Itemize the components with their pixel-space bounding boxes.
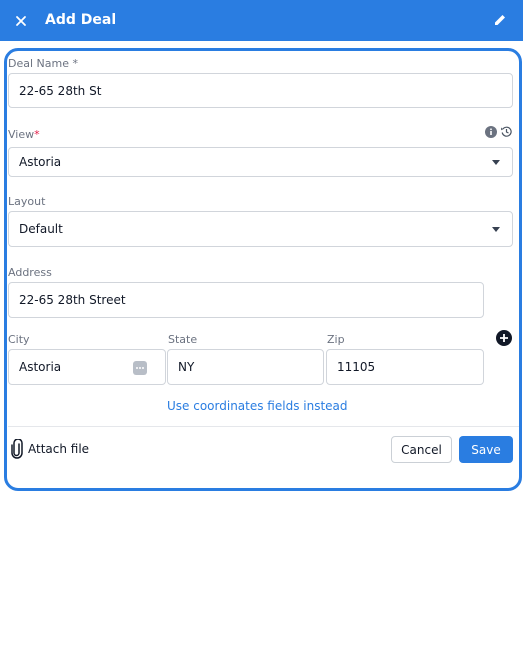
layout-select[interactable]: Default [8, 211, 513, 247]
close-button[interactable] [9, 9, 33, 33]
top-bar: Add Deal [0, 0, 523, 41]
plus-circle-icon [496, 330, 512, 346]
history-icon [501, 126, 512, 137]
view-select[interactable]: Astoria [8, 147, 513, 177]
attach-file-label: Attach file [28, 442, 90, 456]
add-address-button[interactable] [496, 330, 512, 351]
state-value: NY [178, 360, 195, 374]
use-coordinates-link[interactable]: Use coordinates fields instead [167, 399, 348, 413]
address-label: Address [8, 266, 52, 279]
paperclip-icon [11, 439, 23, 459]
attach-file-button[interactable]: Attach file [10, 438, 89, 460]
view-value: Astoria [19, 155, 62, 169]
deal-form-frame [4, 48, 522, 491]
view-label-text: View [8, 128, 35, 141]
divider [8, 426, 519, 427]
layout-value: Default [19, 222, 63, 236]
save-button[interactable]: Save [459, 436, 513, 463]
view-label: View* [8, 128, 40, 141]
more-options-icon[interactable] [133, 361, 147, 375]
chevron-down-icon [492, 227, 500, 232]
deal-name-value: 22-65 28th St [19, 83, 102, 98]
zip-label: Zip [327, 333, 345, 346]
history-button[interactable] [500, 125, 513, 143]
page-title: Add Deal [45, 12, 117, 28]
address-value: 22-65 28th Street [19, 293, 126, 307]
cancel-button[interactable]: Cancel [391, 436, 452, 463]
state-label: State [168, 333, 198, 346]
address-field[interactable]: 22-65 28th Street [8, 282, 484, 318]
zip-value: 11105 [337, 360, 376, 374]
deal-name-field[interactable]: 22-65 28th St [8, 73, 513, 108]
city-value: Astoria [19, 360, 62, 374]
zip-field[interactable]: 11105 [326, 349, 484, 385]
city-label: City [8, 333, 30, 346]
info-icon [485, 126, 497, 138]
pencil-icon [495, 15, 505, 25]
state-field[interactable]: NY [167, 349, 324, 385]
required-mark: * [34, 128, 40, 141]
deal-name-label: Deal Name * [8, 57, 78, 70]
edit-button[interactable] [493, 13, 507, 27]
close-icon [16, 16, 26, 26]
chevron-down-icon [492, 160, 500, 165]
city-field[interactable]: Astoria [8, 349, 166, 385]
info-button[interactable] [485, 125, 497, 143]
layout-label: Layout [8, 195, 46, 208]
